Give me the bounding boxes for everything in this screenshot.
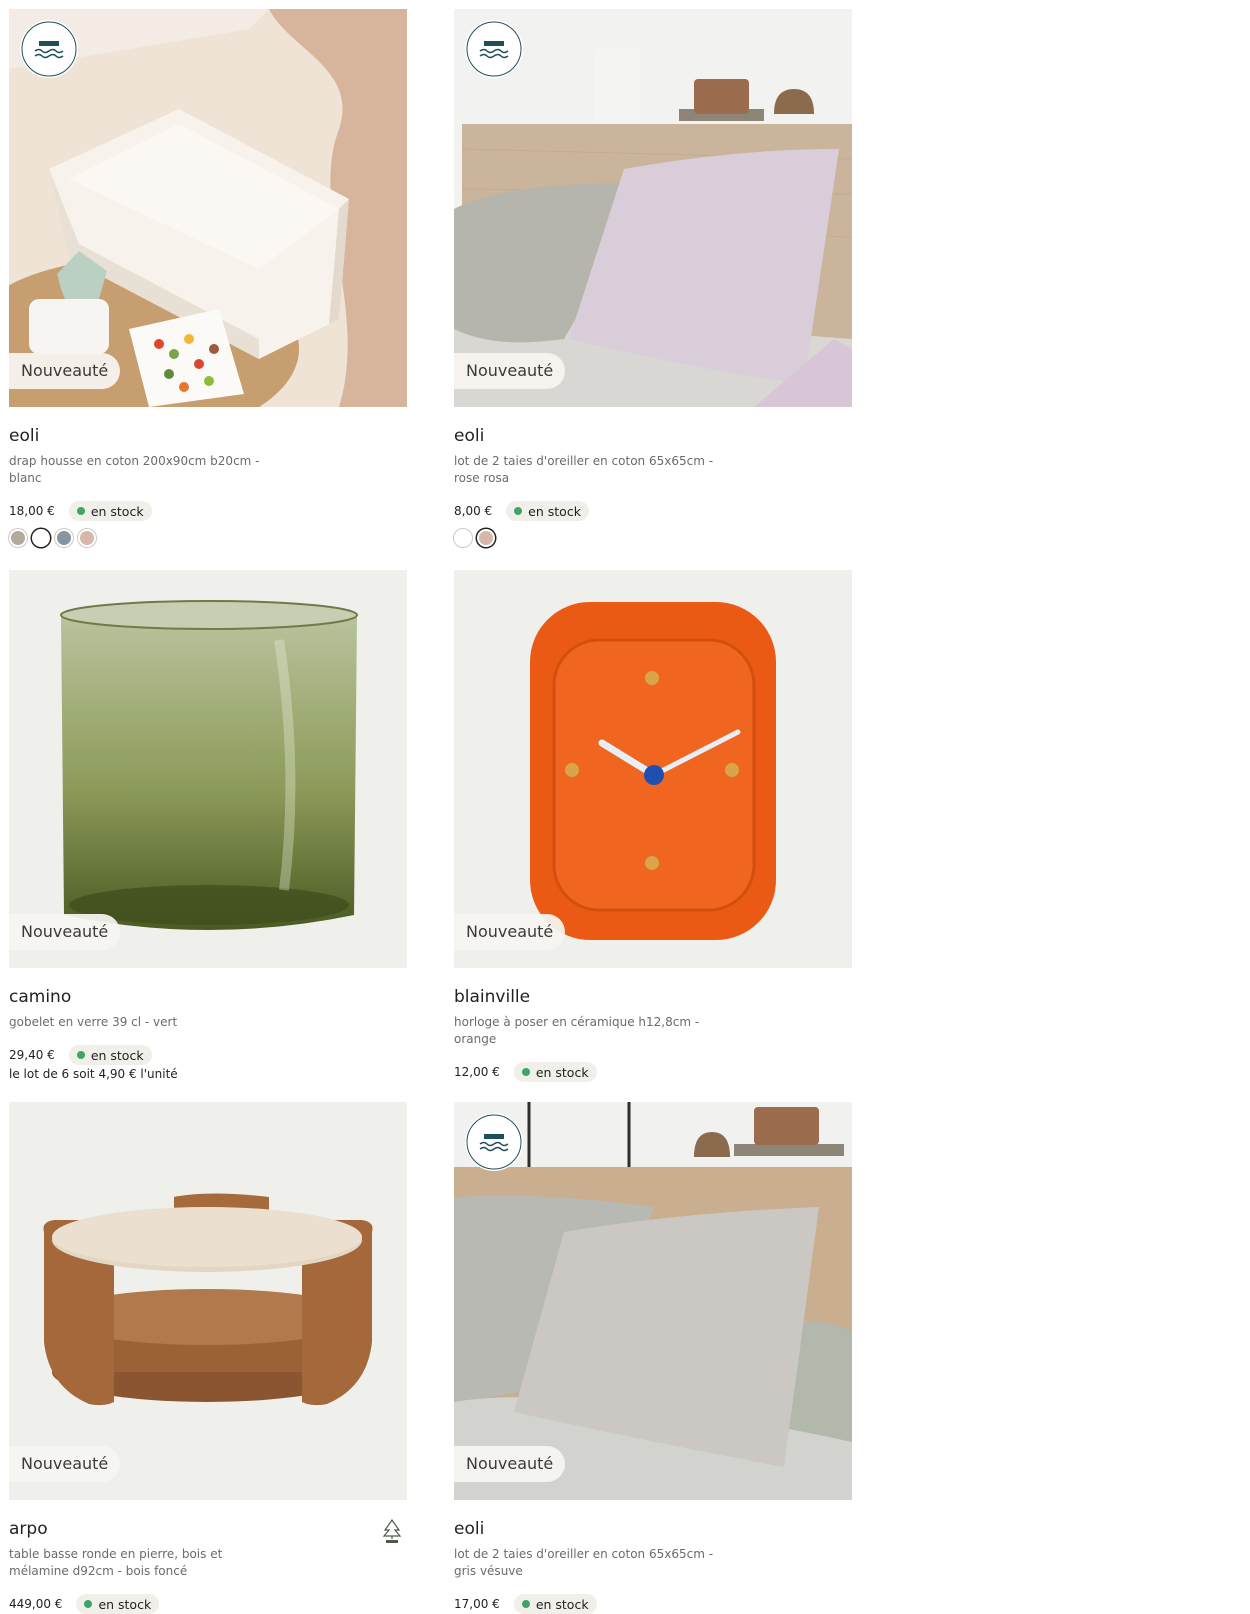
color-swatches [454,529,852,547]
color-swatch[interactable] [477,529,495,547]
product-image[interactable]: Nouveauté [9,570,407,968]
green-glass-tumbler-photo [9,570,407,968]
product-brand[interactable]: camino [9,986,407,1008]
new-badge: Nouveauté [9,914,121,950]
product-brand[interactable]: blainville [454,986,852,1008]
product-brand[interactable]: arpo [9,1518,407,1540]
stock-dot-icon [76,1051,85,1059]
stock-badge: en stock [513,1062,597,1082]
product-image[interactable]: Nouveauté [9,9,407,407]
stock-label: en stock [535,1064,589,1080]
product-card[interactable]: Nouveauté eoli lot de 2 taies d'oreiller… [454,9,852,547]
price-row: 8,00 € en stock [454,501,852,521]
product-card[interactable]: Nouveauté arpo table basse ronde en pier… [9,1102,407,1614]
stock-dot-icon [84,1600,93,1608]
product-card[interactable]: Nouveauté eoli drap housse en coton 200x… [9,9,407,547]
product-image[interactable]: Nouveauté [454,9,852,407]
product-brand[interactable]: eoli [454,425,852,447]
product-description[interactable]: drap housse en coton 200x90cm b20cm - bl… [9,453,279,487]
stock-badge: en stock [506,501,589,521]
new-badge: Nouveauté [9,353,121,389]
made-in-mediterranean-logo [465,1113,523,1171]
fsc-tree-icon [382,1518,402,1543]
stock-badge: en stock [68,1045,152,1065]
product-description[interactable]: gobelet en verre 39 cl - vert [9,1014,279,1031]
product-brand[interactable]: eoli [454,1518,852,1540]
stock-label: en stock [535,1596,589,1612]
product-card[interactable]: Nouveauté blainville horloge à poser en … [454,570,852,1082]
new-badge: Nouveauté [454,353,566,389]
made-in-mediterranean-logo [20,20,78,78]
price-row: 29,40 € en stock [9,1045,407,1065]
stock-dot-icon [521,1600,530,1608]
product-price: 29,40 € [9,1048,55,1062]
price-row: 18,00 € en stock [9,501,407,521]
price-row: 449,00 € en stock [9,1594,407,1614]
stock-label: en stock [90,1047,144,1063]
new-badge: Nouveauté [454,1446,566,1482]
product-image[interactable]: Nouveauté [9,1102,407,1500]
product-price: 12,00 € [454,1065,500,1079]
product-price: 8,00 € [454,504,493,518]
product-image[interactable]: Nouveauté [454,1102,852,1500]
product-card[interactable]: Nouveauté camino gobelet en verre 39 cl … [9,570,407,1081]
color-swatch[interactable] [454,529,472,547]
product-description[interactable]: lot de 2 taies d'oreiller en coton 65x65… [454,453,724,487]
color-swatch[interactable] [32,529,50,547]
stock-label: en stock [98,1596,152,1612]
new-badge: Nouveauté [9,1446,121,1482]
price-row: 17,00 € en stock [454,1594,852,1614]
made-in-mediterranean-logo [465,20,523,78]
product-price: 449,00 € [9,1597,63,1611]
color-swatch[interactable] [78,529,96,547]
stock-label: en stock [528,503,581,519]
orange-clock-photo [454,570,852,968]
stock-badge: en stock [76,1594,160,1614]
product-price: 18,00 € [9,504,55,518]
color-swatch[interactable] [9,529,27,547]
round-coffee-table-photo [9,1102,407,1500]
stock-badge: en stock [68,501,152,521]
product-price: 17,00 € [454,1597,500,1611]
color-swatches [9,529,407,547]
product-brand[interactable]: eoli [9,425,407,447]
new-badge: Nouveauté [454,914,566,950]
unit-price-note: le lot de 6 soit 4,90 € l'unité [9,1067,178,1081]
stock-label: en stock [90,503,144,519]
price-row: 12,00 € en stock [454,1062,852,1082]
stock-dot-icon [521,1068,530,1076]
stock-dot-icon [514,507,523,515]
product-image[interactable]: Nouveauté [454,570,852,968]
stock-dot-icon [76,507,85,515]
product-description[interactable]: table basse ronde en pierre, bois et mél… [9,1546,279,1580]
product-card[interactable]: Nouveauté eoli lot de 2 taies d'oreiller… [454,1102,852,1614]
product-description[interactable]: horloge à poser en céramique h12,8cm - o… [454,1014,724,1048]
product-description[interactable]: lot de 2 taies d'oreiller en coton 65x65… [454,1546,724,1580]
stock-badge: en stock [513,1594,597,1614]
color-swatch[interactable] [55,529,73,547]
